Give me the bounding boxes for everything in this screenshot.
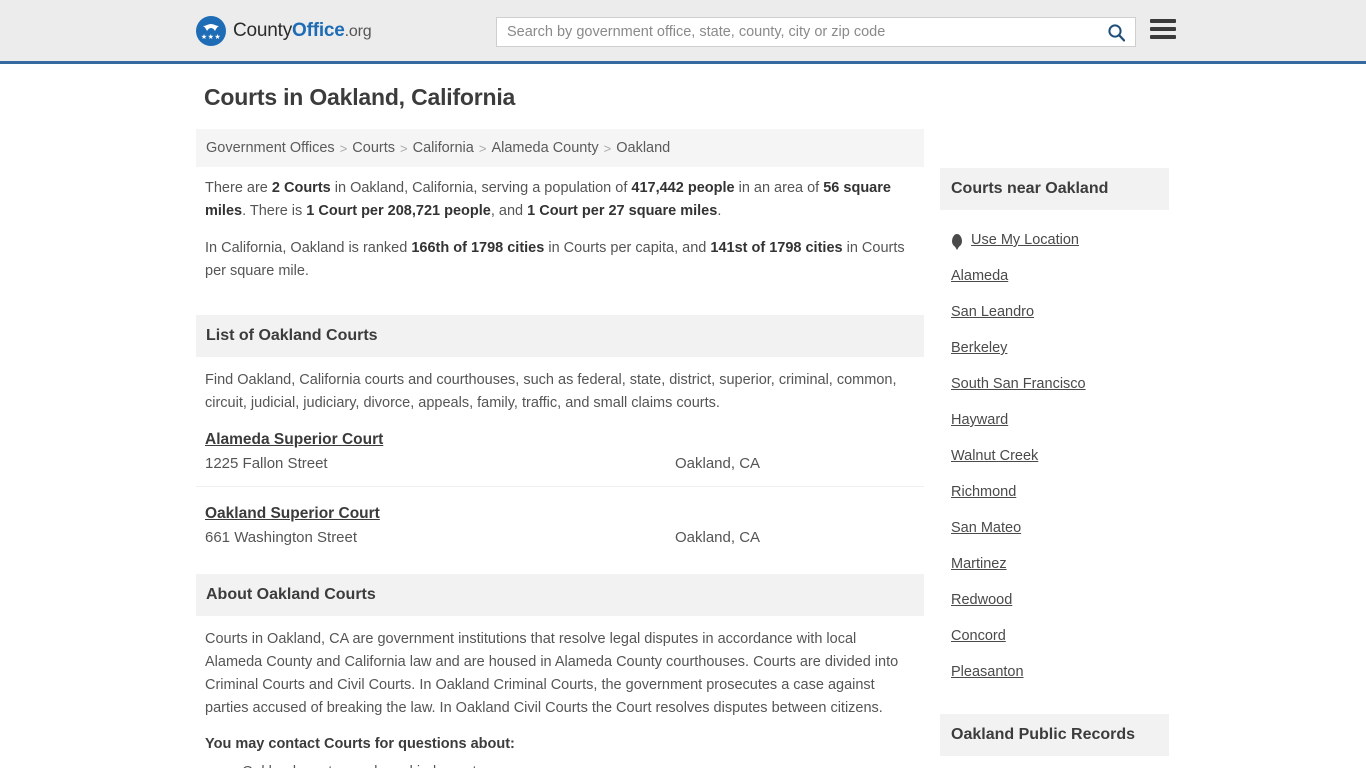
main-content: Courts in Oakland, California Government… bbox=[196, 84, 924, 768]
statistics-block: There are 2 Courts in Oakland, Californi… bbox=[196, 167, 924, 301]
about-section-body: Courts in Oakland, CA are government ins… bbox=[196, 616, 924, 720]
city-link-label[interactable]: Berkeley bbox=[951, 340, 1007, 356]
hamburger-bar bbox=[1150, 19, 1176, 23]
sidebar-item-use-my-location[interactable]: Use My Location bbox=[940, 222, 1169, 258]
sidebar-item-redwood[interactable]: Redwood bbox=[940, 582, 1169, 618]
map-pin-icon bbox=[951, 233, 963, 247]
list-section-heading: List of Oakland Courts bbox=[196, 315, 924, 357]
table-row: Oakland Superior Court 661 Washington St… bbox=[196, 501, 924, 560]
about-section-heading: About Oakland Courts bbox=[196, 574, 924, 616]
sidebar-item-san-leandro[interactable]: San Leandro bbox=[940, 294, 1169, 330]
sidebar-item-berkeley[interactable]: Berkeley bbox=[940, 330, 1169, 366]
breadcrumb-item-alameda-county[interactable]: Alameda County bbox=[491, 140, 598, 156]
nearby-courts-heading: Courts near Oakland bbox=[940, 168, 1169, 210]
list-item: Oakland court records and judgments bbox=[240, 760, 924, 768]
statistics-line-1: There are 2 Courts in Oakland, Californi… bbox=[205, 180, 891, 219]
sidebar-item-concord[interactable]: Concord bbox=[940, 618, 1169, 654]
sidebar-item-san-mateo[interactable]: San Mateo bbox=[940, 510, 1169, 546]
court-info: Alameda Superior Court 1225 Fallon Stree… bbox=[205, 431, 675, 472]
about-section-text: Courts in Oakland, CA are government ins… bbox=[205, 631, 899, 716]
logo-text-org: .org bbox=[344, 22, 372, 40]
breadcrumb-item-oakland[interactable]: Oakland bbox=[616, 140, 670, 156]
use-my-location-label[interactable]: Use My Location bbox=[971, 232, 1079, 248]
hamburger-bar bbox=[1150, 35, 1176, 39]
city-link-label[interactable]: Redwood bbox=[951, 592, 1012, 608]
breadcrumb-separator-icon: > bbox=[478, 140, 487, 156]
logo-text-county: County bbox=[233, 19, 293, 41]
breadcrumb-separator-icon: > bbox=[400, 140, 408, 156]
contact-lead-text: You may contact Courts for questions abo… bbox=[205, 736, 515, 752]
stat-rank-area: 141st of 1798 cities bbox=[710, 240, 843, 256]
city-link-label[interactable]: South San Francisco bbox=[951, 376, 1086, 392]
sidebar-item-martinez[interactable]: Martinez bbox=[940, 546, 1169, 582]
city-link-label[interactable]: Concord bbox=[951, 628, 1006, 644]
stat-population: 417,442 people bbox=[631, 180, 735, 196]
court-name-link[interactable]: Alameda Superior Court bbox=[205, 431, 383, 449]
search-bar[interactable] bbox=[496, 17, 1136, 47]
court-name-link[interactable]: Oakland Superior Court bbox=[205, 505, 380, 523]
stat-rank-capita: 166th of 1798 cities bbox=[411, 240, 545, 256]
city-link-label[interactable]: Alameda bbox=[951, 268, 1008, 284]
city-link-label[interactable]: San Leandro bbox=[951, 304, 1034, 320]
city-link-label[interactable]: Hayward bbox=[951, 412, 1008, 428]
logo-wordmark: CountyOffice.org bbox=[233, 19, 372, 42]
city-link-label[interactable]: Pleasanton bbox=[951, 664, 1024, 680]
sidebar: Courts near Oakland Use My Location Alam… bbox=[940, 168, 1169, 768]
contact-topics-list: Oakland court records and judgments Law … bbox=[205, 760, 924, 768]
breadcrumb-item-courts[interactable]: Courts bbox=[352, 140, 395, 156]
sidebar-item-pleasanton[interactable]: Pleasanton bbox=[940, 654, 1169, 690]
court-list: Alameda Superior Court 1225 Fallon Stree… bbox=[196, 427, 924, 560]
city-link-label[interactable]: San Mateo bbox=[951, 520, 1021, 536]
sidebar-item-alameda[interactable]: Alameda bbox=[940, 258, 1169, 294]
breadcrumb-separator-icon: > bbox=[339, 140, 348, 156]
court-address: 1225 Fallon Street bbox=[205, 455, 328, 472]
search-input[interactable] bbox=[497, 18, 1097, 46]
public-records-list: Arrest Records Search ! Criminal Records… bbox=[940, 756, 1169, 768]
court-address: 661 Washington Street bbox=[205, 529, 358, 546]
court-city: Oakland, CA bbox=[675, 529, 761, 546]
sidebar-item-south-san-francisco[interactable]: South San Francisco bbox=[940, 366, 1169, 402]
stat-per-capita: 1 Court per 208,721 people bbox=[306, 203, 491, 219]
city-link-label[interactable]: Walnut Creek bbox=[951, 448, 1038, 464]
eagle-shield-logo-icon: ★★★ bbox=[196, 15, 226, 46]
page-title: Courts in Oakland, California bbox=[204, 84, 516, 110]
table-row: Alameda Superior Court 1225 Fallon Stree… bbox=[196, 427, 924, 487]
list-section-body: Find Oakland, California courts and cour… bbox=[196, 357, 924, 415]
court-info: Oakland Superior Court 661 Washington St… bbox=[205, 505, 675, 546]
public-records-heading: Oakland Public Records bbox=[940, 714, 1169, 756]
stat-court-count: 2 Courts bbox=[271, 180, 331, 196]
breadcrumb: Government Offices > Courts > California… bbox=[196, 129, 924, 167]
logo-stars: ★★★ bbox=[200, 33, 222, 41]
hamburger-bar bbox=[1150, 27, 1176, 31]
public-records-block: Oakland Public Records Arrest Records Se… bbox=[940, 714, 1169, 768]
sidebar-item-richmond[interactable]: Richmond bbox=[940, 474, 1169, 510]
breadcrumb-separator-icon: > bbox=[603, 140, 612, 156]
hamburger-menu-icon[interactable] bbox=[1150, 19, 1176, 39]
site-logo[interactable]: ★★★ CountyOffice.org bbox=[196, 15, 372, 46]
sidebar-item-hayward[interactable]: Hayward bbox=[940, 402, 1169, 438]
list-section-description: Find Oakland, California courts and cour… bbox=[205, 372, 897, 411]
logo-text-office: Office bbox=[292, 19, 345, 41]
city-link-label[interactable]: Richmond bbox=[951, 484, 1016, 500]
stat-per-area: 1 Court per 27 square miles bbox=[527, 203, 718, 219]
sidebar-item-walnut-creek[interactable]: Walnut Creek bbox=[940, 438, 1169, 474]
statistics-line-2: In California, Oakland is ranked 166th o… bbox=[205, 240, 905, 279]
city-link-label[interactable]: Martinez bbox=[951, 556, 1007, 572]
site-header: ★★★ CountyOffice.org bbox=[0, 0, 1366, 64]
breadcrumb-item-government-offices[interactable]: Government Offices bbox=[206, 140, 335, 156]
search-button[interactable] bbox=[1097, 18, 1135, 46]
breadcrumb-item-california[interactable]: California bbox=[413, 140, 474, 156]
nearby-courts-list: Use My Location Alameda San Leandro Berk… bbox=[940, 210, 1169, 694]
search-icon bbox=[1107, 23, 1125, 41]
court-city: Oakland, CA bbox=[675, 455, 761, 472]
